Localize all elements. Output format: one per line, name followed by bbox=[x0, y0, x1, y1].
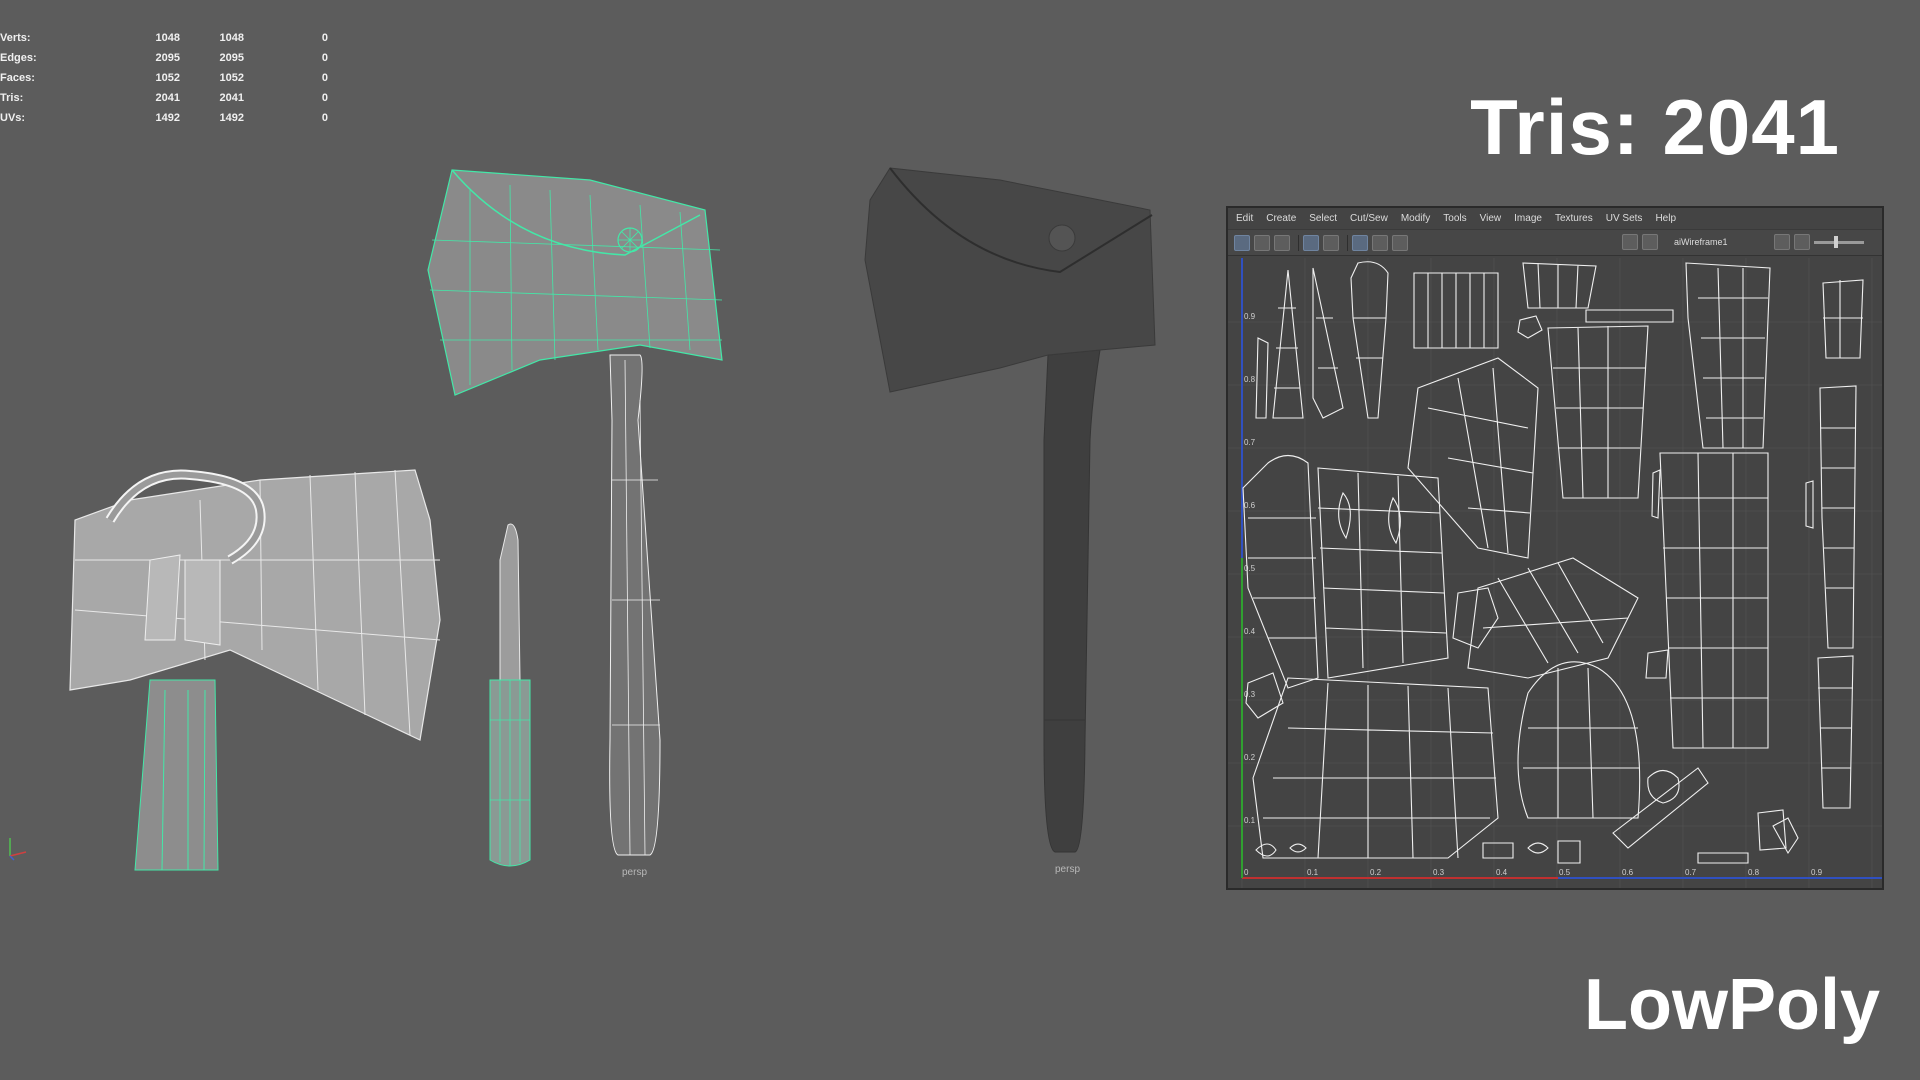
uv-x-tick: 0.9 bbox=[1811, 868, 1823, 877]
persp-label-shaded: persp bbox=[1055, 864, 1080, 875]
uv-layout-icon[interactable] bbox=[1274, 234, 1290, 251]
uv-grid-icon[interactable] bbox=[1352, 234, 1368, 251]
uv-shell bbox=[1805, 480, 1814, 529]
menu-image[interactable]: Image bbox=[1514, 213, 1542, 224]
uv-shell bbox=[1482, 840, 1581, 864]
uv-shell bbox=[1585, 309, 1674, 323]
uv-shell bbox=[1612, 767, 1709, 849]
uv-x-tick: 0.5 bbox=[1559, 868, 1571, 877]
uv-shell bbox=[1757, 809, 1799, 855]
uv-shell bbox=[1467, 557, 1639, 679]
axe-wireframe[interactable] bbox=[427, 169, 723, 856]
uv-x-tick: 0.2 bbox=[1370, 868, 1382, 877]
uv-shell bbox=[1413, 272, 1499, 349]
uv-x-tick: 0.8 bbox=[1748, 868, 1760, 877]
toolbar-divider bbox=[1347, 234, 1348, 251]
menu-cut-sew[interactable]: Cut/Sew bbox=[1350, 213, 1388, 224]
toolbar-divider bbox=[1298, 234, 1299, 251]
uv-select-icon[interactable] bbox=[1234, 234, 1250, 251]
menu-view[interactable]: View bbox=[1480, 213, 1502, 224]
uv-gamma-icon[interactable] bbox=[1794, 234, 1810, 250]
menu-select[interactable]: Select bbox=[1309, 213, 1337, 224]
uv-shell bbox=[1822, 279, 1864, 359]
uv-y-tick: 0.1 bbox=[1244, 816, 1256, 825]
uv-shell bbox=[1255, 337, 1269, 419]
uv-canvas[interactable]: 0 0.1 0.2 0.3 0.4 0.5 0.6 0.7 0.8 0.9 0.… bbox=[1228, 258, 1882, 888]
uv-shell bbox=[1819, 385, 1857, 649]
uv-y-tick: 0.5 bbox=[1244, 564, 1256, 573]
uv-shell-icon[interactable] bbox=[1254, 234, 1270, 251]
menu-textures[interactable]: Textures bbox=[1555, 213, 1593, 224]
uv-y-tick: 0.8 bbox=[1244, 375, 1256, 384]
uv-x-tick: 0.1 bbox=[1307, 868, 1319, 877]
uv-shell bbox=[1272, 269, 1304, 419]
uv-shell bbox=[1317, 467, 1449, 679]
uv-y-tick: 0.3 bbox=[1244, 690, 1256, 699]
uv-shell bbox=[1517, 315, 1543, 339]
uv-x-tick: 0.6 bbox=[1622, 868, 1634, 877]
tris-headline: Tris: 2041 bbox=[1470, 83, 1840, 171]
toolbar-right-group: aiWireframe1 bbox=[1622, 234, 1874, 250]
uv-shell bbox=[1338, 491, 1401, 545]
uv-shell bbox=[1407, 357, 1539, 559]
uv-x-tick: 0.7 bbox=[1685, 868, 1697, 877]
uv-y-tick: 0.2 bbox=[1244, 753, 1256, 762]
uv-shell bbox=[1547, 325, 1649, 499]
persp-label-wireframe: persp bbox=[622, 867, 647, 878]
uv-shell bbox=[1697, 852, 1749, 864]
uv-shells[interactable] bbox=[1242, 261, 1864, 864]
uv-x-tick: 0.3 bbox=[1433, 868, 1445, 877]
menu-uv-sets[interactable]: UV Sets bbox=[1606, 213, 1643, 224]
menu-help[interactable]: Help bbox=[1655, 213, 1676, 224]
viewport-scene[interactable]: persp persp bbox=[0, 0, 1200, 900]
axe-shaded[interactable] bbox=[864, 167, 1156, 853]
uv-y-tick: 0.7 bbox=[1244, 438, 1256, 447]
uv-shell bbox=[1659, 452, 1769, 749]
uv-exposure-icon[interactable] bbox=[1774, 234, 1790, 250]
uv-grid bbox=[1228, 258, 1882, 888]
axe-cover-closeup-wireframe[interactable] bbox=[69, 469, 441, 871]
axis-gizmo-icon bbox=[9, 838, 27, 861]
knife-wireframe[interactable] bbox=[489, 523, 531, 867]
uv-menubar: Edit Create Select Cut/Sew Modify Tools … bbox=[1228, 208, 1882, 230]
uv-shell bbox=[1255, 843, 1307, 857]
uv-toolbar: aiWireframe1 bbox=[1228, 230, 1882, 256]
menu-tools[interactable]: Tools bbox=[1443, 213, 1466, 224]
uv-wireframe-icon[interactable] bbox=[1303, 234, 1319, 251]
uv-shell bbox=[1685, 262, 1771, 449]
uv-y-tick: 0.9 bbox=[1244, 312, 1256, 321]
uv-snap-icon[interactable] bbox=[1372, 234, 1388, 251]
lowpoly-footer: LowPoly bbox=[1583, 965, 1880, 1045]
image-name-field[interactable]: aiWireframe1 bbox=[1670, 234, 1766, 250]
uv-shaded-icon[interactable] bbox=[1323, 234, 1339, 251]
uv-image-icon[interactable] bbox=[1622, 234, 1638, 250]
uv-x-tick: 0.4 bbox=[1496, 868, 1508, 877]
uv-x-tick: 0 bbox=[1244, 868, 1249, 877]
uv-editor-window[interactable]: Edit Create Select Cut/Sew Modify Tools … bbox=[1226, 206, 1884, 890]
menu-edit[interactable]: Edit bbox=[1236, 213, 1253, 224]
uv-shell bbox=[1517, 661, 1641, 819]
uv-shell bbox=[1452, 587, 1499, 649]
uv-shell bbox=[1252, 677, 1499, 859]
uv-shell bbox=[1645, 649, 1669, 679]
uv-shell bbox=[1817, 655, 1854, 809]
uv-shell bbox=[1312, 267, 1344, 419]
menu-modify[interactable]: Modify bbox=[1401, 213, 1430, 224]
uv-y-tick: 0.6 bbox=[1244, 501, 1256, 510]
exposure-slider[interactable] bbox=[1814, 235, 1864, 248]
uv-shell bbox=[1522, 262, 1597, 309]
uv-y-tick: 0.4 bbox=[1244, 627, 1256, 636]
menu-create[interactable]: Create bbox=[1266, 213, 1296, 224]
uv-shell bbox=[1350, 261, 1389, 419]
uv-camera-icon[interactable] bbox=[1392, 234, 1408, 251]
uv-checker-icon[interactable] bbox=[1642, 234, 1658, 250]
